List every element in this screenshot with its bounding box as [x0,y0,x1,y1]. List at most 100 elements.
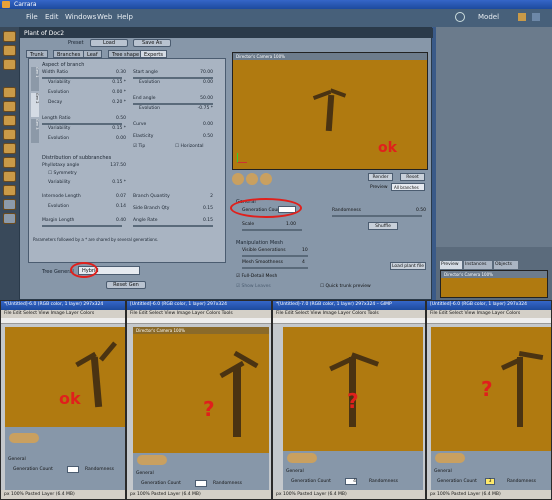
param-value[interactable]: 0.15 * [112,126,126,131]
param-side-branch-qty[interactable]: Side Branch Qty 0.15 [133,206,213,212]
scale-tool-icon[interactable] [3,87,16,98]
randomness-slider[interactable] [332,215,422,217]
render-button[interactable]: Render [368,173,393,181]
param-value[interactable]: 0.00 [203,122,213,127]
menu-tools[interactable]: Tools [222,311,233,316]
param-value[interactable]: 137.50 [110,163,126,168]
param-value[interactable]: 0.15 [203,206,213,211]
zoom-select[interactable]: 100% [437,492,450,497]
menu-edit[interactable]: Edit [45,13,59,21]
param-value[interactable]: 0.00 [203,80,213,85]
model-room-icon[interactable] [455,12,465,22]
param-elasticity[interactable]: Elasticity 0.50 [133,134,213,140]
unit-select[interactable]: px [430,492,436,497]
param-value[interactable]: 0.30 [116,70,126,75]
param-value[interactable]: 0.50 [203,134,213,139]
cube-tool-icon[interactable] [3,143,16,154]
mesh-smoothness-value[interactable]: 4 [302,260,305,265]
param-value[interactable]: 0.07 [116,194,126,199]
menu-windows[interactable]: Windows [65,13,96,21]
load-button[interactable]: Load [90,39,128,47]
menu-web[interactable]: Web [97,13,112,21]
camera-nav-icons[interactable] [9,433,39,443]
menu-select[interactable]: Select [149,311,163,316]
param-variability-2[interactable]: Variability 0.15 * [48,126,126,132]
param-value[interactable]: 0.40 [116,218,126,223]
zoom-tool-icon[interactable] [3,213,16,224]
camera-nav-icons[interactable] [137,455,167,465]
zoom-select[interactable]: 100% [283,492,296,497]
menu-view[interactable]: View [310,311,321,316]
slider[interactable] [133,77,213,79]
unit-select[interactable]: px [4,492,10,497]
full-detail-checkbox[interactable]: ☑ Full-Detail Mesh [236,274,277,279]
menu-file[interactable]: File [276,311,284,316]
unit-select[interactable]: px [130,492,136,497]
param-internode-length[interactable]: Internode Length 0.07 [42,194,126,200]
menu-layer[interactable]: Layer [338,311,351,316]
menu-layer[interactable]: Layer [492,311,505,316]
light-tool-icon[interactable] [3,101,16,112]
param-value[interactable]: 0.00 [116,136,126,141]
param-value[interactable]: 0.50 [116,116,126,121]
tab-trunk[interactable]: Trunk [26,50,48,58]
menu-edit[interactable]: Edit [13,311,22,316]
horizontal-checkbox[interactable]: ☐ Horizontal [175,144,215,150]
slider[interactable] [133,225,213,227]
menu-colors[interactable]: Colors [80,311,94,316]
menu-tools[interactable]: Tools [368,311,379,316]
menu-edit[interactable]: Edit [139,311,148,316]
slider[interactable] [133,103,213,105]
camera-tool-icon[interactable] [3,115,16,126]
shuffle-button[interactable]: Shuffle [368,222,398,230]
menu-colors[interactable]: Colors [352,311,366,316]
room-switch-icon[interactable] [518,13,526,21]
camera-track-icon[interactable] [260,173,272,185]
menu-select[interactable]: Select [23,311,37,316]
param-value[interactable]: 70.00 [200,70,213,75]
preview-select[interactable]: All branches [391,183,425,191]
menu-file[interactable]: File [26,13,38,21]
param-variability[interactable]: Variability 0.15 * [48,80,126,86]
tab-experts[interactable]: Experts [140,50,167,58]
menu-help[interactable]: Help [117,13,133,21]
tab-branches[interactable]: Branches [53,50,85,58]
param-value[interactable]: 0.15 [203,218,213,223]
slider[interactable] [42,225,122,227]
tab-objects[interactable]: Objects [494,261,518,269]
tip-checkbox[interactable]: ☑ Tip [133,144,173,150]
save-as-button[interactable]: Save As [133,39,171,47]
camera-pan-icon[interactable] [246,173,258,185]
generation-count-input[interactable]: 4 [345,478,357,485]
tab-preview[interactable]: Preview [440,261,462,269]
menu-file[interactable]: File [4,311,12,316]
room-switch-icon-2[interactable] [532,13,540,21]
figure-tool-icon[interactable] [3,171,16,182]
param-dist-variability[interactable]: Variability 0.15 * [48,180,126,186]
param-value[interactable]: -0.75 * [198,106,213,111]
param-end-evolution[interactable]: Evolution -0.75 * [139,106,213,112]
menu-file[interactable]: File [130,311,138,316]
param-branch-quantity[interactable]: Branch Quantity 2 [133,194,213,200]
reset-gen-button[interactable]: Reset Gen [106,281,146,289]
camera-nav-icons[interactable] [287,453,317,463]
zoom-select[interactable]: 100% [11,492,24,497]
menu-view[interactable]: View [164,311,175,316]
menu-layer[interactable]: Layer [192,311,205,316]
sphere-tool-icon[interactable] [3,129,16,140]
menu-edit[interactable]: Edit [285,311,294,316]
camera-dolly-icon[interactable] [232,173,244,185]
randomness-value[interactable]: 0.50 [416,208,426,213]
reset-view-button[interactable]: Reset [400,173,425,181]
param-angle-rate[interactable]: Angle Rate 0.15 [133,218,213,224]
param-margin-length[interactable]: Margin Length 0.40 [42,218,126,224]
param-value[interactable]: 0.15 * [112,80,126,85]
menu-image[interactable]: Image [323,311,337,316]
mesh-smoothness-slider[interactable] [242,267,308,269]
slider[interactable] [42,123,122,125]
param-value[interactable]: 50.00 [200,96,213,101]
param-decay[interactable]: Decay 0.20 * [48,100,126,106]
scale-value[interactable]: 1.00 [286,222,296,227]
param-width-ratio[interactable]: Width Ratio 0.30 [42,70,126,76]
scale-slider[interactable] [242,229,302,231]
